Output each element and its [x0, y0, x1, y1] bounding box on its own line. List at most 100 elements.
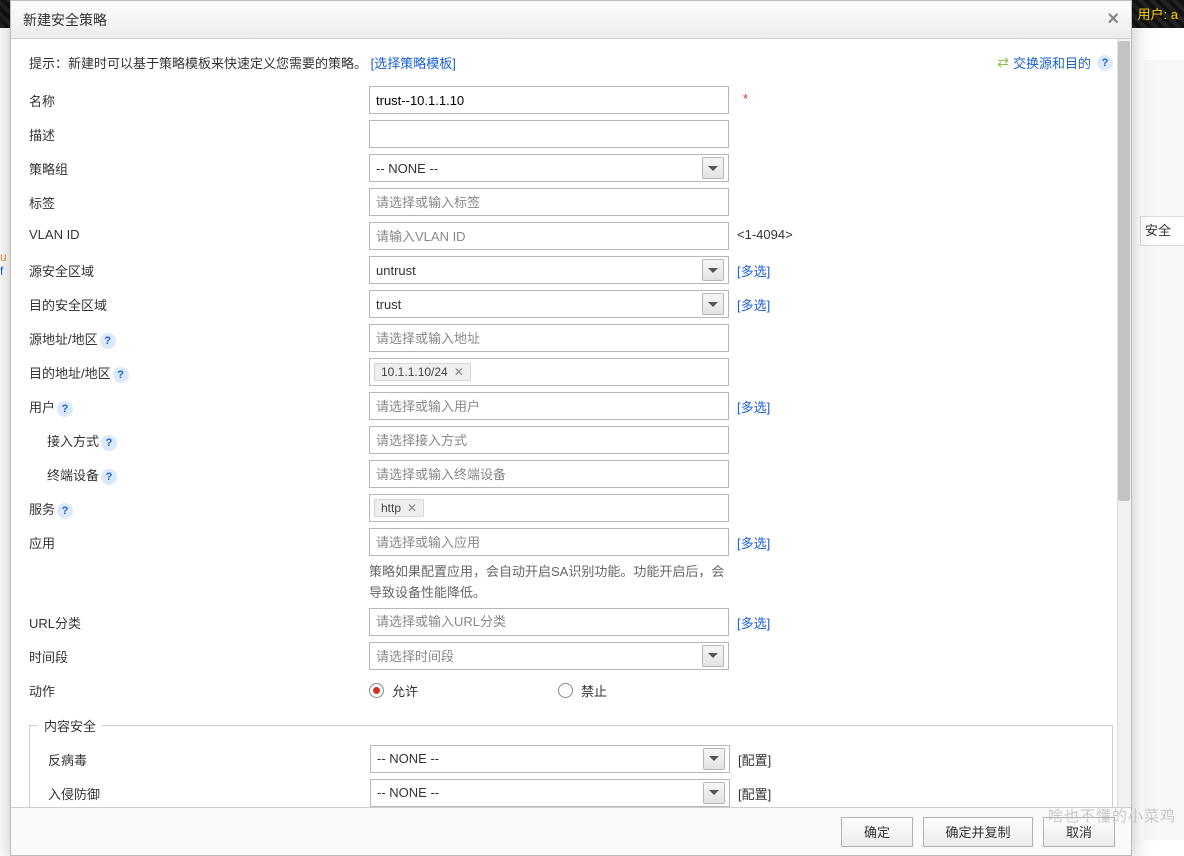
swap-src-dst-link[interactable]: ⇄ 交换源和目的 ?	[997, 53, 1113, 72]
dialog-title: 新建安全策略	[23, 10, 107, 30]
content-security-group: 内容安全 反病毒 -- NONE -- [配置] 入侵防御 -- NONE --…	[29, 716, 1113, 807]
ok-button[interactable]: 确定	[841, 817, 913, 847]
config-link[interactable]: [配置]	[738, 787, 771, 802]
content-security-legend: 内容安全	[38, 716, 102, 735]
label-service: 服务	[29, 502, 55, 517]
src-zone-select[interactable]: untrust	[369, 256, 729, 284]
radio-deny-label: 禁止	[581, 681, 607, 700]
radio-allow[interactable]: 允许	[369, 681, 418, 700]
radio-deny[interactable]: 禁止	[558, 681, 607, 700]
policy-group-value: -- NONE --	[376, 161, 438, 176]
label-access-mode: 接入方式	[47, 434, 99, 449]
form-area: 名称 * 描述 策略组 -- NONE -- 标签 VLAN ID <1-409…	[11, 84, 1131, 807]
chevron-down-icon	[702, 259, 724, 281]
background-tab-security[interactable]: 安全	[1140, 216, 1184, 246]
chevron-down-icon	[702, 293, 724, 315]
antivirus-select[interactable]: -- NONE --	[370, 745, 730, 773]
access-mode-input[interactable]	[369, 426, 729, 454]
chip-remove-icon[interactable]: ✕	[454, 365, 464, 379]
chevron-down-icon	[703, 748, 725, 770]
label-name: 名称	[29, 86, 369, 110]
dst-zone-select[interactable]: trust	[369, 290, 729, 318]
multi-link[interactable]: [多选]	[737, 616, 770, 631]
label-src-zone: 源安全区域	[29, 256, 369, 280]
close-icon[interactable]: ×	[1107, 8, 1119, 31]
label-antivirus: 反病毒	[48, 745, 370, 769]
multi-link[interactable]: [多选]	[737, 400, 770, 415]
chip-remove-icon[interactable]: ✕	[407, 501, 417, 515]
swap-icon: ⇄	[997, 54, 1009, 71]
label-desc: 描述	[29, 120, 369, 144]
radio-icon	[558, 683, 573, 698]
label-vlan: VLAN ID	[29, 222, 369, 242]
policy-group-select[interactable]: -- NONE --	[369, 154, 729, 182]
cancel-button[interactable]: 取消	[1043, 817, 1115, 847]
dialog-footer: 确定 确定并复制 取消	[11, 807, 1131, 855]
dialog-new-security-policy: 新建安全策略 × 提示：新建时可以基于策略模板来快速定义您需要的策略。 [选择策…	[10, 0, 1132, 856]
time-select[interactable]: 请选择时间段	[369, 642, 729, 670]
dst-zone-value: trust	[376, 297, 401, 312]
help-icon[interactable]: ?	[1097, 55, 1113, 71]
app-note: 策略如果配置应用，会自动开启SA识别功能。功能开启后，会导致设备性能降低。	[369, 562, 729, 604]
hint-text: 提示：新建时可以基于策略模板来快速定义您需要的策略。	[29, 56, 367, 71]
name-input[interactable]	[369, 86, 729, 114]
label-url-cat: URL分类	[29, 608, 369, 632]
help-icon[interactable]: ?	[101, 469, 117, 485]
label-time: 时间段	[29, 642, 369, 666]
radio-allow-label: 允许	[392, 681, 418, 700]
chip-label: 10.1.1.10/24	[381, 365, 448, 379]
scrollbar-thumb[interactable]	[1118, 41, 1130, 501]
multi-link[interactable]: [多选]	[737, 298, 770, 313]
background-strip	[1144, 60, 1184, 840]
user-input[interactable]	[369, 392, 729, 420]
label-src-addr: 源地址/地区	[29, 332, 98, 347]
multi-link[interactable]: [多选]	[737, 264, 770, 279]
time-placeholder: 请选择时间段	[376, 646, 454, 665]
help-icon[interactable]: ?	[57, 503, 73, 519]
desc-input[interactable]	[369, 120, 729, 148]
label-user: 用户	[29, 400, 55, 415]
antivirus-value: -- NONE --	[377, 751, 439, 766]
dst-addr-input[interactable]: 10.1.1.10/24 ✕	[369, 358, 729, 386]
radio-icon	[369, 683, 384, 698]
swap-text: 交换源和目的	[1013, 53, 1091, 72]
left-edge: uf	[0, 250, 7, 278]
tags-input[interactable]	[369, 188, 729, 216]
label-action: 动作	[29, 676, 369, 700]
vlan-input[interactable]	[369, 222, 729, 250]
required-mark: *	[737, 91, 748, 106]
scrollbar-track[interactable]	[1117, 39, 1131, 807]
label-app: 应用	[29, 528, 369, 552]
multi-link[interactable]: [多选]	[737, 536, 770, 551]
ips-value: -- NONE --	[377, 785, 439, 800]
vlan-range: <1-4094>	[729, 222, 793, 242]
chevron-down-icon	[702, 645, 724, 667]
ok-copy-button[interactable]: 确定并复制	[923, 817, 1033, 847]
help-icon[interactable]: ?	[57, 401, 73, 417]
label-policy-group: 策略组	[29, 154, 369, 178]
dialog-header: 新建安全策略 ×	[11, 1, 1131, 39]
src-addr-input[interactable]	[369, 324, 729, 352]
hint-bar: 提示：新建时可以基于策略模板来快速定义您需要的策略。 [选择策略模板] ⇄ 交换…	[11, 47, 1131, 84]
src-zone-value: untrust	[376, 263, 416, 278]
service-input[interactable]: http ✕	[369, 494, 729, 522]
chip-dst-addr: 10.1.1.10/24 ✕	[374, 363, 471, 381]
dialog-body: 提示：新建时可以基于策略模板来快速定义您需要的策略。 [选择策略模板] ⇄ 交换…	[11, 39, 1131, 807]
help-icon[interactable]: ?	[100, 333, 116, 349]
ips-select[interactable]: -- NONE --	[370, 779, 730, 807]
chevron-down-icon	[703, 782, 725, 804]
app-input[interactable]	[369, 528, 729, 556]
label-ips: 入侵防御	[48, 779, 370, 803]
label-tags: 标签	[29, 188, 369, 212]
config-link[interactable]: [配置]	[738, 753, 771, 768]
chevron-down-icon	[702, 157, 724, 179]
template-link[interactable]: [选择策略模板]	[371, 56, 456, 71]
help-icon[interactable]: ?	[101, 435, 117, 451]
url-cat-input[interactable]	[369, 608, 729, 636]
help-icon[interactable]: ?	[113, 367, 129, 383]
terminal-input[interactable]	[369, 460, 729, 488]
chip-label: http	[381, 501, 401, 515]
user-label: 用户: a	[1138, 4, 1178, 23]
chip-service: http ✕	[374, 499, 424, 517]
label-dst-zone: 目的安全区域	[29, 290, 369, 314]
